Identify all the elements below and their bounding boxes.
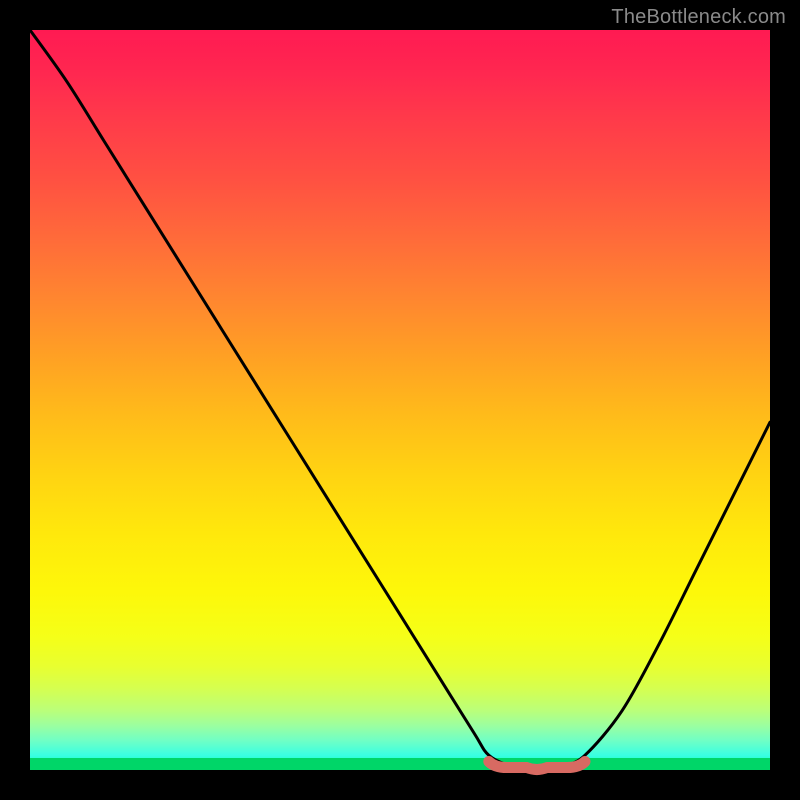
watermark-label: TheBottleneck.com (611, 6, 786, 29)
chart-container: TheBottleneck.com (0, 0, 800, 800)
plot-area (30, 30, 770, 770)
optimal-marker (30, 30, 770, 770)
